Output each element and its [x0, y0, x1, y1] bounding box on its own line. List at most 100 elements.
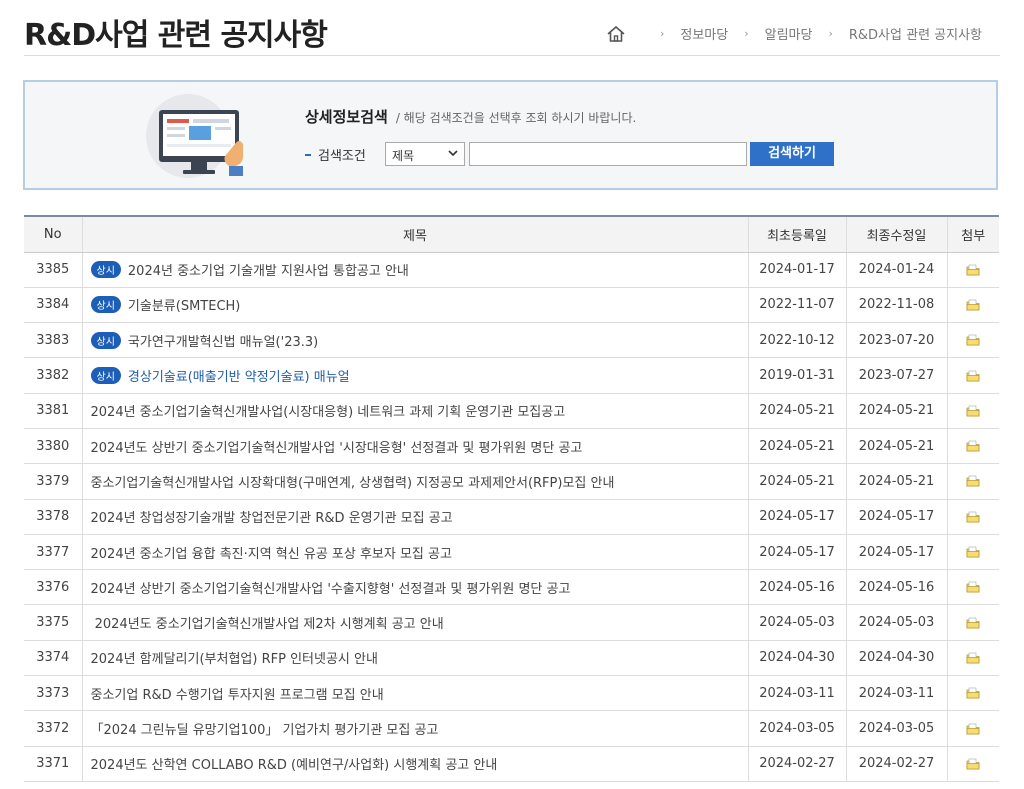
search-heading: 상세정보검색	[305, 108, 388, 126]
row-title-cell: 2024년 창업성장기술개발 창업전문기관 R&D 운영기관 모집 공고	[81, 499, 748, 535]
search-button[interactable]: 검색하기	[750, 142, 834, 166]
row-number: 3371	[24, 746, 82, 782]
folder-attachment-icon[interactable]	[966, 581, 980, 593]
row-title-link[interactable]: 2024년 창업성장기술개발 창업전문기관 R&D 운영기관 모집 공고	[91, 511, 453, 526]
row-title-link[interactable]: 2024년도 산학연 COLLABO R&D (예비연구/사업화) 시행계획 공…	[91, 758, 498, 773]
folder-attachment-icon[interactable]	[966, 511, 980, 523]
row-attachment-cell	[946, 428, 999, 465]
table-row: 3383 상시 국가연구개발혁신법 매뉴얼('23.3) 2022-10-12 2023…	[24, 322, 999, 359]
row-title-link[interactable]: 2024년도 중소기업기술혁신개발사업 제2차 시행계획 공고 안내	[91, 617, 444, 632]
chevron-down-icon	[448, 146, 458, 163]
row-title-link[interactable]: 2024년 중소기업 융합 촉진·지역 혁신 유공 포상 후보자 모집 공고	[91, 547, 452, 562]
row-created-date: 2024-05-03	[747, 604, 846, 641]
table-row: 3378 2024년 창업성장기술개발 창업전문기관 R&D 운영기관 모집 공고…	[24, 499, 999, 535]
row-attachment-cell	[946, 322, 999, 359]
folder-attachment-icon[interactable]	[966, 440, 980, 452]
home-icon[interactable]	[606, 25, 626, 43]
row-created-date: 2024-04-30	[747, 640, 846, 677]
row-number: 3380	[24, 428, 82, 465]
row-number: 3383	[24, 322, 82, 359]
breadcrumb-item-info[interactable]: 정보마당	[680, 24, 728, 43]
table-row: 3385 상시 2024년 중소기업 기술개발 지원사업 통합공고 안내 2024-0…	[24, 252, 999, 288]
folder-attachment-icon[interactable]	[966, 405, 980, 417]
row-modified-date: 2024-05-17	[845, 499, 947, 535]
column-header-attachment: 첨부	[946, 216, 999, 253]
row-title-link[interactable]: 중소기업 R&D 수행기업 투자지원 프로그램 모집 안내	[91, 688, 384, 703]
row-attachment-cell	[946, 357, 999, 394]
breadcrumb-separator: ›	[828, 27, 833, 40]
folder-attachment-icon[interactable]	[966, 617, 980, 629]
row-modified-date: 2024-05-17	[845, 534, 947, 571]
row-modified-date: 2024-03-11	[845, 675, 947, 712]
row-created-date: 2019-01-31	[747, 357, 846, 394]
breadcrumb-item-current[interactable]: R&D사업 관련 공지사항	[849, 24, 982, 43]
notice-table: No 제목 최초등록일 최종수정일 첨부 3385 상시 2024년 중소기업 기술…	[24, 215, 999, 782]
row-number: 3378	[24, 499, 82, 535]
row-created-date: 2024-03-11	[747, 675, 846, 712]
row-created-date: 2022-11-07	[747, 287, 846, 324]
column-header-title: 제목	[81, 216, 748, 253]
row-modified-date: 2024-02-27	[845, 746, 947, 782]
table-row: 3384 상시 기술분류(SMTECH) 2022-11-07 2022-11-08	[24, 287, 999, 324]
folder-attachment-icon[interactable]	[966, 758, 980, 770]
row-attachment-cell	[946, 393, 999, 429]
search-panel: 상세정보검색 / 해당 검색조건을 선택후 조회 하시기 바랍니다. 검색조건 …	[23, 80, 998, 190]
row-title-link[interactable]: 2024년 상반기 중소기업기술혁신개발사업 '수출지향형' 선정결과 및 평가…	[91, 582, 571, 597]
table-row: 3373 중소기업 R&D 수행기업 투자지원 프로그램 모집 안내 2024-03…	[24, 675, 999, 712]
row-title-cell: 상시 국가연구개발혁신법 매뉴얼('23.3)	[81, 322, 748, 359]
search-condition-select[interactable]: 제목	[385, 142, 465, 166]
folder-attachment-icon[interactable]	[966, 370, 980, 382]
row-attachment-cell	[946, 710, 999, 747]
row-title-cell: 2024년 중소기업기술혁신개발사업(시장대응형) 네트워크 과제 기획 운영기…	[81, 393, 748, 429]
breadcrumb-item-notice[interactable]: 알림마당	[765, 24, 813, 43]
table-row: 3376 2024년 상반기 중소기업기술혁신개발사업 '수출지향형' 선정결과 …	[24, 569, 999, 606]
row-title-link[interactable]: 2024년 함께달리기(부처협업) RFP 인터넷공시 안내	[91, 652, 378, 667]
search-condition-label: 검색조건	[305, 145, 366, 164]
row-number: 3377	[24, 534, 82, 571]
row-created-date: 2024-02-27	[747, 746, 846, 782]
folder-attachment-icon[interactable]	[966, 299, 980, 311]
row-number: 3373	[24, 675, 82, 712]
row-modified-date: 2024-05-16	[845, 569, 947, 606]
row-title-cell: 2024년도 상반기 중소기업기술혁신개발사업 '시장대응형' 선정결과 및 평…	[81, 428, 748, 465]
column-header-created: 최초등록일	[747, 216, 846, 253]
page-title: R&D사업 관련 공지사항	[24, 18, 328, 53]
folder-attachment-icon[interactable]	[966, 687, 980, 699]
row-attachment-cell	[946, 534, 999, 571]
row-title-link[interactable]: 경상기술료(매출기반 약정기술료) 매뉴얼	[128, 370, 350, 385]
search-keyword-input[interactable]	[469, 142, 747, 166]
folder-attachment-icon[interactable]	[966, 546, 980, 558]
row-number: 3376	[24, 569, 82, 606]
row-title-link[interactable]: 2024년도 상반기 중소기업기술혁신개발사업 '시장대응형' 선정결과 및 평…	[91, 441, 583, 456]
row-title-cell: 상시 2024년 중소기업 기술개발 지원사업 통합공고 안내	[81, 252, 748, 288]
row-title-link[interactable]: 중소기업기술혁신개발사업 시장확대형(구매연계, 상생협력) 지정공모 과제제안…	[91, 476, 615, 491]
row-title-cell: 2024년 함께달리기(부처협업) RFP 인터넷공시 안내	[81, 640, 748, 677]
row-modified-date: 2024-05-21	[845, 393, 947, 429]
row-title-link[interactable]: 「2024 그린뉴딜 유망기업100」 기업가치 평가기관 모집 공고	[91, 723, 439, 738]
always-badge: 상시	[90, 367, 121, 385]
breadcrumb-separator: ›	[744, 27, 749, 40]
row-number: 3384	[24, 287, 82, 324]
table-header-row: No 제목 최초등록일 최종수정일 첨부	[24, 216, 999, 253]
folder-attachment-icon[interactable]	[966, 334, 980, 346]
row-modified-date: 2024-05-21	[845, 463, 947, 500]
row-title-link[interactable]: 기술분류(SMTECH)	[128, 299, 240, 314]
folder-attachment-icon[interactable]	[966, 652, 980, 664]
row-title-link[interactable]: 2024년 중소기업기술혁신개발사업(시장대응형) 네트워크 과제 기획 운영기…	[91, 405, 566, 420]
row-number: 3381	[24, 393, 82, 429]
search-condition-value: 제목	[392, 149, 415, 163]
row-title-link[interactable]: 2024년 중소기업 기술개발 지원사업 통합공고 안내	[128, 264, 409, 279]
row-attachment-cell	[946, 499, 999, 535]
folder-attachment-icon[interactable]	[966, 264, 980, 276]
folder-attachment-icon[interactable]	[966, 723, 980, 735]
row-modified-date: 2024-01-24	[845, 252, 947, 288]
row-created-date: 2024-05-17	[747, 534, 846, 571]
row-created-date: 2024-01-17	[747, 252, 846, 288]
row-title-cell: 「2024 그린뉴딜 유망기업100」 기업가치 평가기관 모집 공고	[81, 710, 748, 747]
row-modified-date: 2022-11-08	[845, 287, 947, 324]
row-number: 3379	[24, 463, 82, 500]
row-title-cell: 2024년 상반기 중소기업기술혁신개발사업 '수출지향형' 선정결과 및 평가…	[81, 569, 748, 606]
row-title-link[interactable]: 국가연구개발혁신법 매뉴얼('23.3)	[128, 335, 318, 350]
folder-attachment-icon[interactable]	[966, 475, 980, 487]
breadcrumb: › 정보마당 › 알림마당 › R&D사업 관련 공지사항	[606, 24, 982, 43]
